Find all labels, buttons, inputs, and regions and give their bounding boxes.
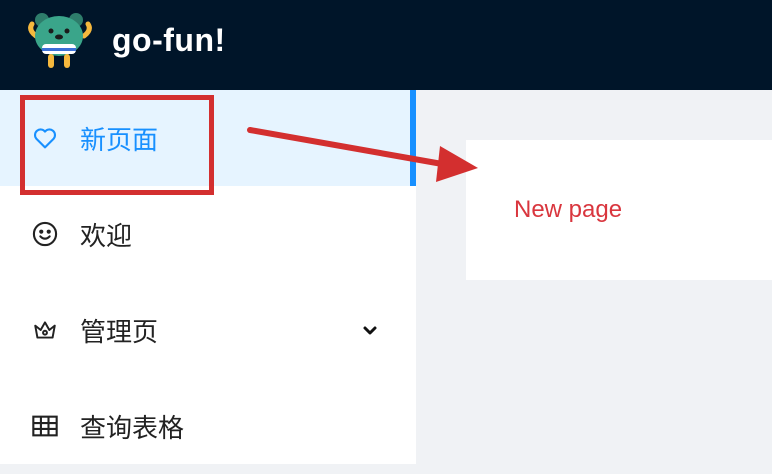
bear-mascot-logo-icon[interactable]	[28, 10, 92, 72]
sidebar-item-welcome[interactable]: 欢迎	[0, 186, 416, 282]
content-card: New page	[466, 140, 772, 280]
crown-icon	[30, 315, 60, 345]
app-title: go-fun!	[112, 22, 226, 58]
sidebar-menu: 新页面 欢迎 管理页 查询表格	[0, 90, 416, 464]
sidebar-item-admin[interactable]: 管理页	[0, 282, 416, 378]
sidebar-item-label: 查询表格	[80, 413, 185, 444]
sidebar-item-label: 欢迎	[80, 221, 133, 252]
heart-icon	[30, 123, 60, 153]
app-header: go-fun!	[0, 0, 772, 90]
chevron-down-icon[interactable]	[360, 320, 380, 340]
sidebar-item-new-page[interactable]: 新页面	[0, 90, 416, 186]
page-content-text: New page	[514, 196, 623, 223]
smile-icon	[30, 219, 60, 249]
sidebar-item-label: 新页面	[80, 125, 159, 156]
selected-indicator	[410, 90, 416, 186]
sidebar-item-query-table[interactable]: 查询表格	[0, 378, 416, 474]
table-icon	[30, 411, 60, 441]
sidebar-item-label: 管理页	[80, 317, 159, 348]
